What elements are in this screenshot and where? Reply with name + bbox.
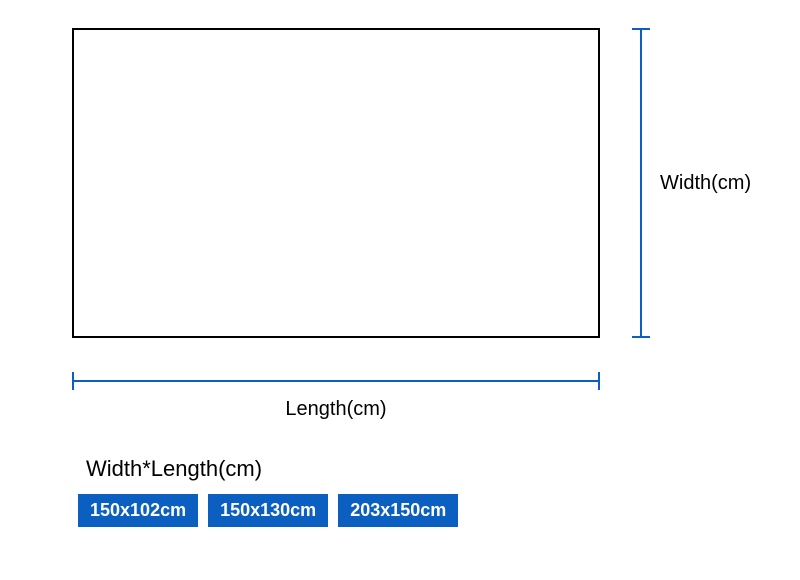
- width-dimension-line: [640, 28, 642, 338]
- size-options-row: 150x102cm 150x130cm 203x150cm: [78, 494, 458, 527]
- size-option[interactable]: 150x130cm: [208, 494, 328, 527]
- length-label: Length(cm): [72, 398, 600, 421]
- width-label: Width(cm): [660, 172, 751, 195]
- size-options-title: Width*Length(cm): [86, 456, 262, 482]
- length-dimension-tick-left: [72, 372, 74, 390]
- size-option[interactable]: 203x150cm: [338, 494, 458, 527]
- length-dimension-line: [72, 380, 600, 382]
- dimension-diagram: Width(cm) Length(cm) Width*Length(cm) 15…: [0, 0, 800, 580]
- width-dimension-tick-top: [632, 28, 650, 30]
- width-dimension-tick-bottom: [632, 336, 650, 338]
- size-option[interactable]: 150x102cm: [78, 494, 198, 527]
- product-outline-rect: [72, 28, 600, 338]
- length-dimension-tick-right: [598, 372, 600, 390]
